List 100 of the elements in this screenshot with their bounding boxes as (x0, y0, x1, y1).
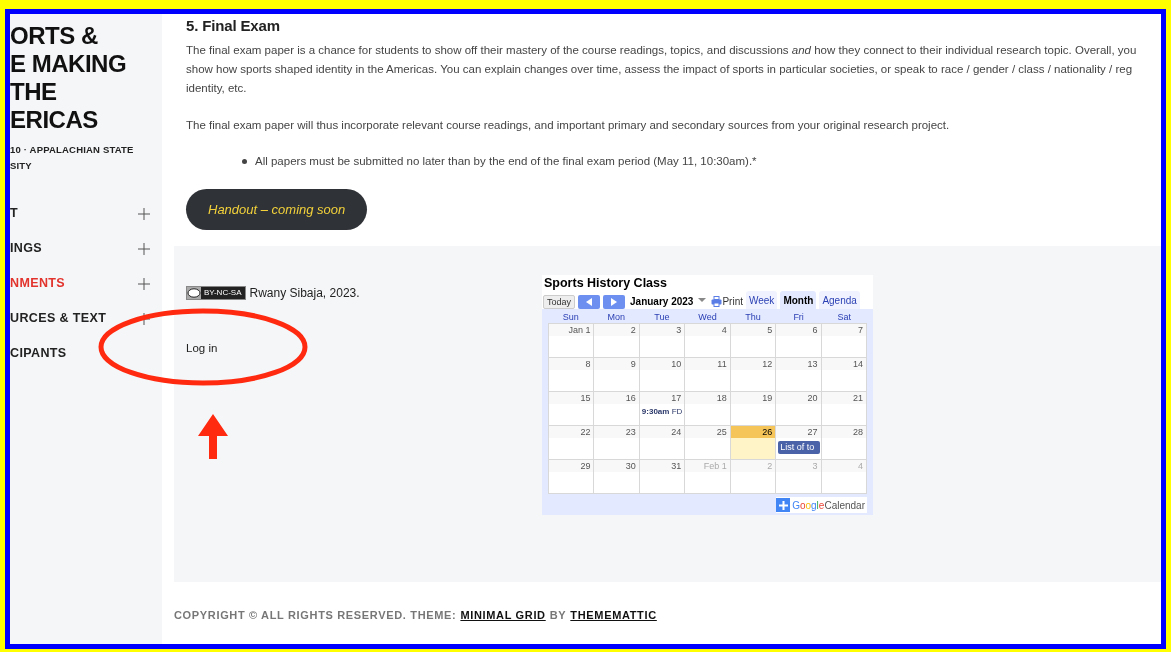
day-cell[interactable]: 4 (685, 324, 730, 357)
login-link[interactable]: Log in (186, 340, 218, 358)
day-number: 13 (776, 358, 821, 370)
day-cell[interactable]: 28 (821, 426, 866, 459)
day-number: 4 (821, 460, 866, 472)
day-number: 31 (639, 460, 685, 472)
day-cell[interactable]: 3 (639, 324, 685, 357)
day-number: 15 (549, 392, 594, 404)
section-heading: 5. Final Exam (186, 16, 281, 36)
day-number: 3 (776, 460, 821, 472)
day-number: 22 (549, 426, 594, 438)
day-cell[interactable]: 26 (730, 426, 776, 459)
plus-icon[interactable] (138, 207, 150, 220)
day-cell[interactable]: 2 (594, 324, 639, 357)
day-number: 11 (685, 358, 730, 370)
add-icon (776, 498, 791, 512)
day-cell[interactable]: 15 (549, 392, 594, 425)
day-number: 17 (639, 392, 685, 404)
credit-text: Rwany Sibaja, 2023. (249, 285, 360, 302)
day-number: 20 (776, 392, 821, 404)
prev-button[interactable] (578, 295, 601, 309)
day-cell[interactable]: 12 (730, 358, 776, 391)
day-cell[interactable]: 9 (594, 358, 639, 391)
day-cell[interactable]: 31 (639, 460, 685, 493)
site-title[interactable]: ORTS & (10, 22, 162, 50)
day-cell[interactable]: 11 (685, 358, 730, 391)
weekday-label: Thu (744, 311, 762, 323)
nav-link[interactable]: NMENTS (10, 274, 66, 293)
day-number: 29 (549, 460, 594, 472)
day-number: Jan 1 (549, 324, 594, 336)
day-number: 23 (594, 426, 639, 438)
day-cell[interactable]: 25 (685, 426, 730, 459)
day-number: 16 (594, 392, 639, 404)
day-cell[interactable]: 24 (639, 426, 685, 459)
day-number: 10 (639, 358, 685, 370)
theme-link[interactable]: MINIMAL GRID (460, 607, 546, 624)
day-cell[interactable]: 6 (776, 324, 821, 357)
day-number: 26 (730, 426, 776, 438)
print-button[interactable]: Print (711, 294, 743, 309)
weekday-label: Wed (697, 311, 718, 323)
weekday-label: Tue (653, 311, 671, 323)
day-cell[interactable]: 29 (549, 460, 594, 493)
day-cell[interactable]: 22 (549, 426, 594, 459)
day-cell[interactable]: 10 (639, 358, 685, 391)
day-cell[interactable]: Jan 1 (549, 324, 594, 357)
calendar-event[interactable]: 9:30am FD (639, 407, 685, 417)
triangle-left-icon (586, 298, 593, 306)
day-cell[interactable]: 21 (821, 392, 866, 425)
paragraph: The final exam paper will thus incorporate relevant course readings, and important primary and secondary sources from your original research project. (186, 118, 951, 133)
day-number: 5 (730, 324, 776, 336)
day-cell[interactable]: 20 (776, 392, 821, 425)
bullet-icon (242, 159, 247, 164)
nav-link[interactable]: URCES & TEXT (10, 309, 107, 328)
day-number: 25 (685, 426, 730, 438)
day-number: 3 (639, 324, 685, 336)
day-number: 19 (730, 392, 776, 404)
author-link[interactable]: THEMEMATTIC (570, 607, 657, 624)
day-cell[interactable]: 14 (821, 358, 866, 391)
next-button[interactable] (603, 295, 626, 309)
copyright-text: BY (549, 608, 567, 623)
day-cell[interactable]: 19 (730, 392, 776, 425)
license-badge[interactable]: BY-NC-SA (186, 286, 246, 300)
day-cell[interactable]: 5 (730, 324, 776, 357)
site-title[interactable]: THE (10, 78, 162, 106)
plus-icon[interactable] (138, 277, 150, 290)
copyright-text: COPYRIGHT © ALL RIGHTS RESERVED. THEME: (174, 608, 457, 623)
nav-link[interactable]: T (10, 204, 18, 223)
day-cell[interactable]: 18 (685, 392, 730, 425)
paragraph-line: identity, etc. (186, 81, 248, 96)
nav-link[interactable]: CIPANTS (10, 344, 67, 363)
handout-button[interactable]: Handout – coming soon (186, 189, 368, 230)
nav-link[interactable]: INGS (10, 239, 43, 258)
day-number: 2 (730, 460, 776, 472)
day-cell[interactable]: 7 (821, 324, 866, 357)
day-number: 8 (549, 358, 594, 370)
day-number: 14 (821, 358, 866, 370)
event-chip[interactable]: List of to (778, 441, 820, 454)
day-cell[interactable]: 8 (549, 358, 594, 391)
site-title[interactable]: E MAKING (10, 50, 162, 78)
google-calendar-link[interactable]: GoogleCalendar (776, 497, 867, 513)
view-tab[interactable]: Month (780, 291, 817, 309)
day-cell[interactable]: 16 (594, 392, 639, 425)
list-item: All papers must be submitted no later than by the end of the final exam period (May 11, 10:30am).* (255, 154, 757, 169)
dropdown-icon[interactable] (698, 298, 707, 302)
day-cell[interactable]: 23 (594, 426, 639, 459)
day-cell[interactable]: 13 (776, 358, 821, 391)
view-tab[interactable]: Week (746, 291, 778, 309)
site-title[interactable]: ERICAS (10, 106, 162, 134)
day-number: 18 (685, 392, 730, 404)
day-number: 12 (730, 358, 776, 370)
day-number: 7 (821, 324, 866, 336)
view-tab[interactable]: Agenda (819, 291, 860, 309)
plus-icon[interactable] (138, 242, 150, 255)
day-number: 4 (685, 324, 730, 336)
day-number: 24 (639, 426, 685, 438)
paragraph-line: show how sports shaped identity in the Americas. You can explain changes over time, assess the impact of sports in particular societies, or speak to race / gender / class / nationality / reg (186, 62, 1134, 77)
day-cell[interactable]: 30 (594, 460, 639, 493)
day-cell[interactable]: 27 List of to (776, 426, 821, 459)
today-button[interactable]: Today (543, 295, 576, 309)
day-cell[interactable]: 17 9:30am FD (639, 392, 685, 425)
